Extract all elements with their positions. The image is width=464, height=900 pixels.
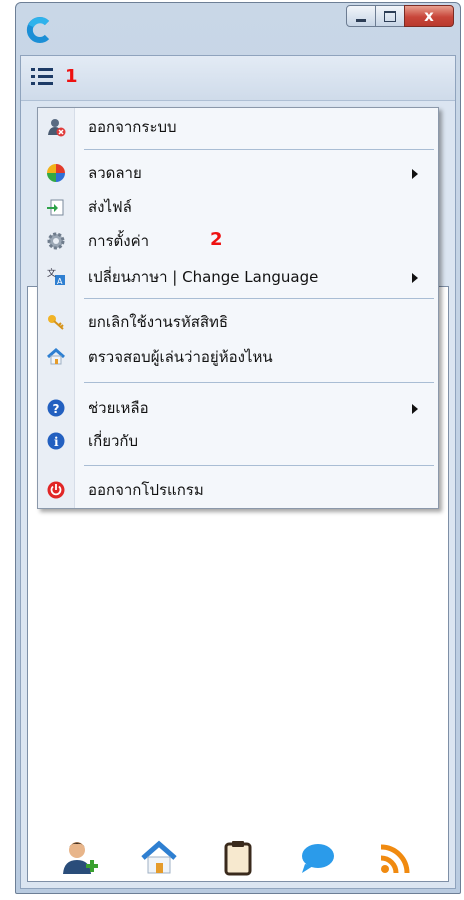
- maximize-button[interactable]: [375, 5, 405, 27]
- minimize-icon: [356, 18, 366, 22]
- maximize-icon: [384, 10, 396, 22]
- menu-separator: [84, 382, 434, 383]
- annotation-marker-2: 2: [210, 229, 223, 250]
- menu-item-label: ออกจากระบบ: [88, 118, 177, 136]
- house-search-icon: [38, 344, 74, 370]
- send-file-icon: [38, 194, 74, 220]
- main-dropdown-menu: ออกจากระบบ ลวดลาย ส่งไฟล์ การตั้งค่า 2 A…: [37, 107, 439, 509]
- close-icon: x: [424, 7, 434, 25]
- bottom-toolbar: [21, 828, 455, 888]
- menu-item-label: ส่งไฟล์: [88, 198, 132, 216]
- menu-item-label: เปลี่ยนภาษา | Change Language: [88, 268, 319, 286]
- submenu-arrow-icon: [412, 169, 418, 179]
- svg-text:文: 文: [47, 267, 56, 279]
- rss-icon[interactable]: [376, 838, 416, 878]
- menu-item-label: ออกจากโปรแกรม: [88, 481, 204, 499]
- title-bar[interactable]: x: [16, 3, 460, 55]
- close-button[interactable]: x: [404, 5, 454, 27]
- svg-text:?: ?: [53, 402, 60, 416]
- menu-item-logout[interactable]: ออกจากระบบ: [38, 114, 438, 140]
- annotation-marker-1: 1: [65, 66, 78, 87]
- submenu-arrow-icon: [412, 404, 418, 414]
- add-user-icon[interactable]: [60, 838, 100, 878]
- window-controls: x: [346, 5, 454, 31]
- minimize-button[interactable]: [346, 5, 376, 27]
- menu-item-about[interactable]: i เกี่ยวกับ: [38, 428, 438, 454]
- home-icon[interactable]: [139, 838, 179, 878]
- menu-list-icon[interactable]: [31, 68, 53, 88]
- info-icon: i: [38, 428, 74, 454]
- color-palette-icon: [38, 160, 74, 186]
- key-icon: [38, 309, 74, 335]
- menu-item-theme[interactable]: ลวดลาย: [38, 160, 438, 186]
- menu-item-exit[interactable]: ออกจากโปรแกรม: [38, 477, 438, 503]
- menu-separator: [84, 465, 434, 466]
- menu-item-label: ตรวจสอบผู้เล่นว่าอยู่ห้องไหน: [88, 348, 273, 366]
- menu-item-label: ช่วยเหลือ: [88, 399, 149, 417]
- menu-item-change-language[interactable]: A文 เปลี่ยนภาษา | Change Language: [38, 264, 438, 290]
- gear-icon: [38, 228, 74, 254]
- user-logout-icon: [38, 114, 74, 140]
- submenu-arrow-icon: [412, 273, 418, 283]
- toolbar: 1: [21, 56, 455, 101]
- svg-text:i: i: [54, 435, 59, 449]
- menu-separator: [84, 298, 434, 299]
- menu-item-label: ยกเลิกใช้งานรหัสสิทธิ: [88, 313, 229, 331]
- menu-item-cancel-code[interactable]: ยกเลิกใช้งานรหัสสิทธิ: [38, 309, 438, 335]
- menu-item-send-file[interactable]: ส่งไฟล์: [38, 194, 438, 220]
- svg-text:A: A: [57, 277, 63, 286]
- menu-item-label: การตั้งค่า: [88, 232, 150, 250]
- chat-icon[interactable]: [297, 838, 337, 878]
- menu-item-check-player-room[interactable]: ตรวจสอบผู้เล่นว่าอยู่ห้องไหน: [38, 344, 438, 370]
- menu-item-label: เกี่ยวกับ: [88, 432, 139, 450]
- c-logo-icon: [26, 17, 50, 43]
- help-icon: ?: [38, 395, 74, 421]
- menu-item-help[interactable]: ? ช่วยเหลือ: [38, 395, 438, 421]
- menu-item-label: ลวดลาย: [88, 164, 142, 182]
- clipboard-icon[interactable]: [218, 838, 258, 878]
- menu-item-settings[interactable]: การตั้งค่า 2: [38, 228, 438, 254]
- language-icon: A文: [38, 264, 74, 290]
- power-icon: [38, 477, 74, 503]
- menu-separator: [84, 149, 434, 150]
